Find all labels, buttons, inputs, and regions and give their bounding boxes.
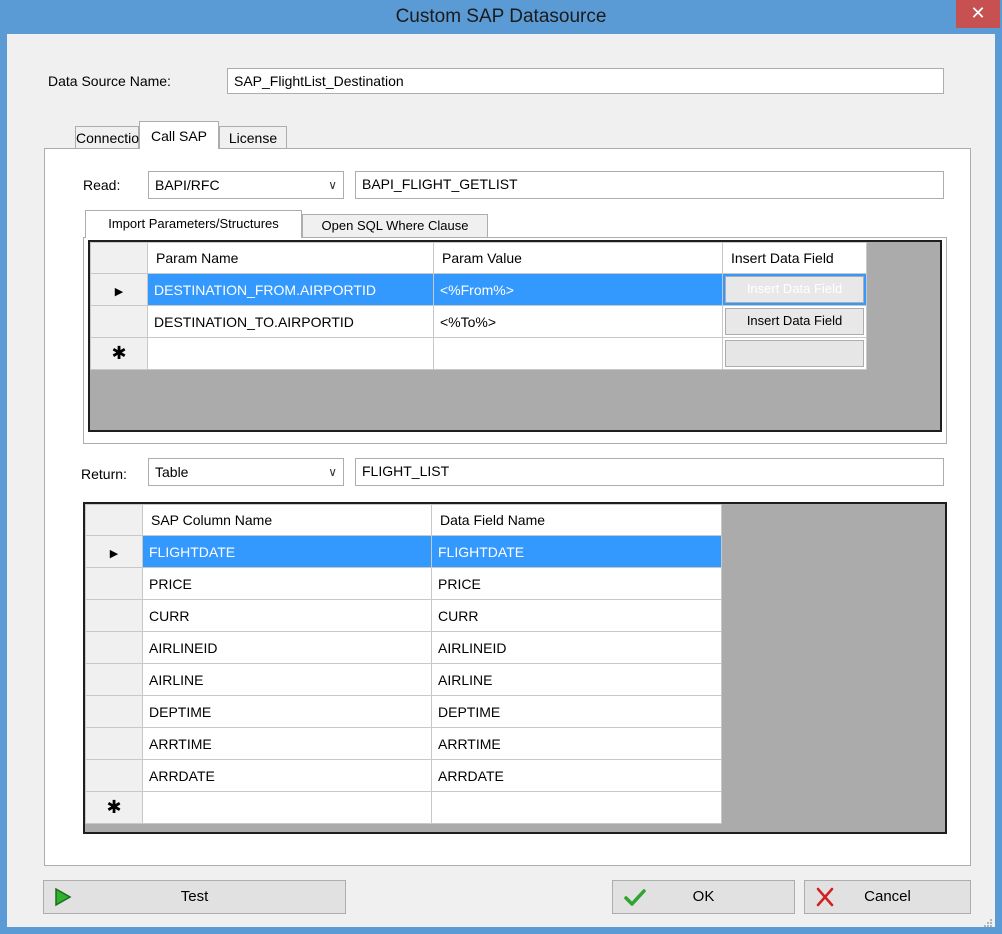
tab-connection[interactable]: Connection xyxy=(75,126,147,150)
columns-header-row: SAP Column Name Data Field Name xyxy=(85,504,722,536)
current-row-icon: ▶ xyxy=(114,285,124,298)
row-selector[interactable] xyxy=(85,695,143,728)
data-field-cell[interactable]: ARRDATE xyxy=(431,759,722,792)
row-selector[interactable]: ▶ xyxy=(85,535,143,568)
row-selector[interactable] xyxy=(85,727,143,760)
datasource-name-label: Data Source Name: xyxy=(48,73,171,89)
row-selector[interactable] xyxy=(85,567,143,600)
test-button-label: Test xyxy=(180,888,209,905)
sap-column-cell[interactable]: CURR xyxy=(142,599,432,632)
params-header-row: Param Name Param Value Insert Data Field xyxy=(90,242,867,274)
param-value-cell[interactable] xyxy=(433,337,723,370)
test-button[interactable]: Test xyxy=(43,880,346,914)
table-row[interactable]: DEPTIME DEPTIME xyxy=(85,695,722,728)
column-header-insert-data-field[interactable]: Insert Data Field xyxy=(722,242,867,274)
params-table: Param Name Param Value Insert Data Field… xyxy=(90,242,867,370)
sap-column-cell[interactable]: AIRLINEID xyxy=(142,631,432,664)
return-type-select[interactable]: Table ∨ xyxy=(148,458,344,486)
chevron-down-icon: ∨ xyxy=(328,178,337,192)
param-name-cell[interactable]: DESTINATION_FROM.AIRPORTID xyxy=(147,273,434,306)
read-label: Read: xyxy=(83,177,121,193)
insert-data-field-cell: Insert Data Field xyxy=(722,273,867,306)
table-row[interactable]: DESTINATION_TO.AIRPORTID <%To%> Insert D… xyxy=(90,305,867,338)
param-value-cell[interactable]: <%To%> xyxy=(433,305,723,338)
row-selector[interactable] xyxy=(85,759,143,792)
sap-column-cell[interactable]: ARRTIME xyxy=(142,727,432,760)
column-header-data-field-name[interactable]: Data Field Name xyxy=(431,504,722,536)
row-selector[interactable] xyxy=(85,663,143,696)
subtab-import-parameters[interactable]: Import Parameters/Structures xyxy=(85,210,302,238)
subtab-open-sql-where[interactable]: Open SQL Where Clause xyxy=(302,214,488,238)
row-header-corner xyxy=(85,504,143,536)
read-type-select[interactable]: BAPI/RFC ∨ xyxy=(148,171,344,199)
chevron-down-icon: ∨ xyxy=(328,465,337,479)
table-row[interactable]: ARRDATE ARRDATE xyxy=(85,759,722,792)
param-name-cell[interactable] xyxy=(147,337,434,370)
table-row[interactable]: AIRLINEID AIRLINEID xyxy=(85,631,722,664)
sap-column-cell[interactable]: FLIGHTDATE xyxy=(142,535,432,568)
return-label: Return: xyxy=(81,466,127,482)
new-row[interactable]: ✱ xyxy=(85,791,722,824)
cancel-button[interactable]: Cancel xyxy=(804,880,971,914)
param-value-cell[interactable]: <%From%> xyxy=(433,273,723,306)
table-row[interactable]: ▶ FLIGHTDATE FLIGHTDATE xyxy=(85,535,722,568)
row-selector[interactable] xyxy=(85,599,143,632)
table-row[interactable]: AIRLINE AIRLINE xyxy=(85,663,722,696)
insert-data-field-cell: Insert Data Field xyxy=(722,305,867,338)
insert-data-field-button[interactable] xyxy=(725,340,864,367)
data-field-cell[interactable] xyxy=(431,791,722,824)
params-grid: Param Name Param Value Insert Data Field… xyxy=(88,240,942,432)
window-title: Custom SAP Datasource xyxy=(395,6,607,27)
datasource-name-input[interactable]: SAP_FlightList_Destination xyxy=(227,68,944,94)
column-header-param-name[interactable]: Param Name xyxy=(147,242,434,274)
sap-column-cell[interactable]: PRICE xyxy=(142,567,432,600)
insert-data-field-button[interactable]: Insert Data Field xyxy=(725,276,864,303)
close-icon: ✕ xyxy=(970,3,986,23)
return-name-input[interactable]: FLIGHT_LIST xyxy=(355,458,944,486)
column-header-sap-column-name[interactable]: SAP Column Name xyxy=(142,504,432,536)
new-row[interactable]: ✱ xyxy=(90,337,867,370)
data-field-cell[interactable]: CURR xyxy=(431,599,722,632)
tab-call-sap[interactable]: Call SAP xyxy=(139,121,219,149)
table-row[interactable]: PRICE PRICE xyxy=(85,567,722,600)
close-button[interactable]: ✕ xyxy=(956,0,1000,28)
table-row[interactable]: CURR CURR xyxy=(85,599,722,632)
insert-data-field-button[interactable]: Insert Data Field xyxy=(725,308,864,335)
sap-column-cell[interactable]: AIRLINE xyxy=(142,663,432,696)
current-row-icon: ▶ xyxy=(109,547,119,560)
ok-button-label: OK xyxy=(692,888,715,905)
columns-table: SAP Column Name Data Field Name ▶ FLIGHT… xyxy=(85,504,722,824)
sap-column-cell[interactable]: ARRDATE xyxy=(142,759,432,792)
row-selector[interactable]: ✱ xyxy=(85,791,143,824)
return-type-value: Table xyxy=(155,464,189,480)
insert-data-field-cell xyxy=(722,337,867,370)
column-header-param-value[interactable]: Param Value xyxy=(433,242,723,274)
data-field-cell[interactable]: PRICE xyxy=(431,567,722,600)
cancel-button-label: Cancel xyxy=(864,888,911,905)
ok-button[interactable]: OK xyxy=(612,880,795,914)
row-selector[interactable] xyxy=(90,305,148,338)
table-row[interactable]: ARRTIME ARRTIME xyxy=(85,727,722,760)
row-selector[interactable]: ▶ xyxy=(90,273,148,306)
read-function-input[interactable]: BAPI_FLIGHT_GETLIST xyxy=(355,171,944,199)
tab-license[interactable]: License xyxy=(219,126,287,150)
sap-column-cell[interactable] xyxy=(142,791,432,824)
new-row-icon: ✱ xyxy=(106,796,122,817)
data-field-cell[interactable]: AIRLINEID xyxy=(431,631,722,664)
new-row-icon: ✱ xyxy=(111,342,127,363)
columns-grid: SAP Column Name Data Field Name ▶ FLIGHT… xyxy=(83,502,947,834)
row-selector[interactable]: ✱ xyxy=(90,337,148,370)
table-row[interactable]: ▶ DESTINATION_FROM.AIRPORTID <%From%> In… xyxy=(90,273,867,306)
row-selector[interactable] xyxy=(85,631,143,664)
resize-grip[interactable] xyxy=(983,915,993,927)
sap-column-cell[interactable]: DEPTIME xyxy=(142,695,432,728)
param-name-cell[interactable]: DESTINATION_TO.AIRPORTID xyxy=(147,305,434,338)
row-header-corner xyxy=(90,242,148,274)
data-field-cell[interactable]: AIRLINE xyxy=(431,663,722,696)
read-type-value: BAPI/RFC xyxy=(155,177,220,193)
data-field-cell[interactable]: ARRTIME xyxy=(431,727,722,760)
data-field-cell[interactable]: FLIGHTDATE xyxy=(431,535,722,568)
data-field-cell[interactable]: DEPTIME xyxy=(431,695,722,728)
